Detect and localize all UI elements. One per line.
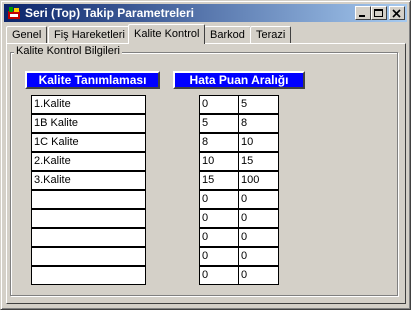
group-label: Kalite Kontrol Bilgileri xyxy=(14,45,122,58)
range-max-cell[interactable]: 5 xyxy=(238,95,279,114)
tab-genel[interactable]: Genel xyxy=(6,26,48,43)
maximize-button[interactable] xyxy=(371,6,387,20)
range-min-cell[interactable]: 0 xyxy=(199,266,239,285)
kalite-cell[interactable]: 1C Kalite xyxy=(31,133,146,152)
maximize-icon xyxy=(374,9,383,17)
hata-puan-araligi-header[interactable]: Hata Puan Aralığı xyxy=(173,71,305,89)
range-max-cell[interactable]: 0 xyxy=(238,190,279,209)
range-max-cell[interactable]: 0 xyxy=(238,266,279,285)
range-max-cell[interactable]: 8 xyxy=(238,114,279,133)
kalite-cell[interactable]: 1.Kalite xyxy=(31,95,146,114)
range-min-cell[interactable]: 0 xyxy=(199,209,239,228)
kalite-cell[interactable]: 3.Kalite xyxy=(31,171,146,190)
range-max-cell[interactable]: 100 xyxy=(238,171,279,190)
title-bar[interactable]: Seri (Top) Takip Parametreleri xyxy=(4,4,407,22)
minimize-button[interactable] xyxy=(355,6,371,20)
kalite-cell[interactable] xyxy=(31,209,146,228)
range-max-cell[interactable]: 0 xyxy=(238,209,279,228)
kalite-cell[interactable] xyxy=(31,190,146,209)
tab-panel-kalite-kontrol: Kalite Kontrol Bilgileri Kalite Tanımlam… xyxy=(6,43,406,304)
range-min-cell[interactable]: 0 xyxy=(199,228,239,247)
close-icon xyxy=(392,9,401,18)
tab-kalite-kontrol[interactable]: Kalite Kontrol xyxy=(128,24,206,44)
kalite-cell[interactable] xyxy=(31,266,146,285)
range-min-cell[interactable]: 15 xyxy=(199,171,239,190)
tab-fis-hareketleri[interactable]: Fiş Hareketleri xyxy=(48,26,131,43)
range-min-cell[interactable]: 0 xyxy=(199,247,239,266)
tab-barkod[interactable]: Barkod xyxy=(204,26,251,43)
range-min-cell[interactable]: 10 xyxy=(199,152,239,171)
window-title: Seri (Top) Takip Parametreleri xyxy=(25,6,194,20)
range-min-cell[interactable]: 8 xyxy=(199,133,239,152)
range-min-cell[interactable]: 0 xyxy=(199,190,239,209)
kalite-cell[interactable]: 2.Kalite xyxy=(31,152,146,171)
range-min-cell[interactable]: 5 xyxy=(199,114,239,133)
close-button[interactable] xyxy=(389,6,405,20)
range-max-cell[interactable]: 15 xyxy=(238,152,279,171)
range-max-cell[interactable]: 10 xyxy=(238,133,279,152)
kalite-cell[interactable] xyxy=(31,228,146,247)
kalite-tanimlamasi-header[interactable]: Kalite Tanımlaması xyxy=(25,71,160,89)
range-max-cell[interactable]: 0 xyxy=(238,228,279,247)
kalite-cell[interactable] xyxy=(31,247,146,266)
window: Seri (Top) Takip Parametreleri Genel Fiş… xyxy=(0,0,411,310)
kalite-cell[interactable]: 1B Kalite xyxy=(31,114,146,133)
app-icon xyxy=(8,7,20,19)
range-min-cell[interactable]: 0 xyxy=(199,95,239,114)
range-max-cell[interactable]: 0 xyxy=(238,247,279,266)
tab-terazi[interactable]: Terazi xyxy=(250,26,292,43)
minimize-icon xyxy=(359,15,365,17)
